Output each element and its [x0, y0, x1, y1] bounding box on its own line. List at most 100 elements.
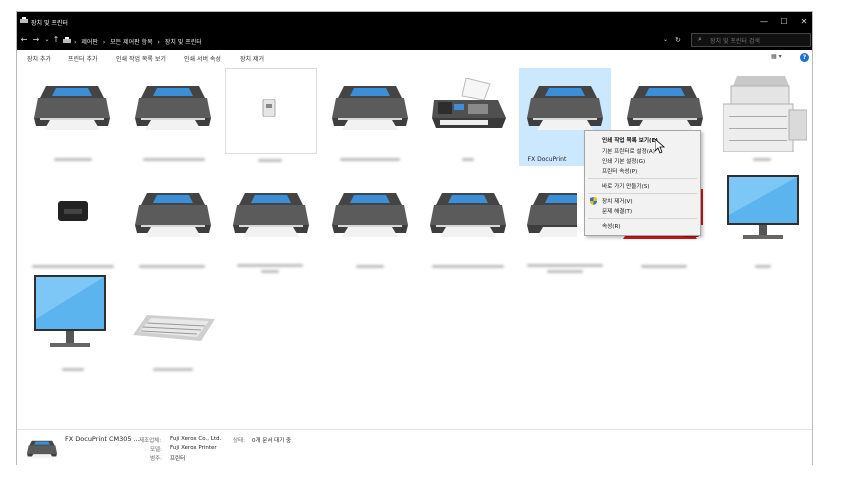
device-label-redacted [153, 368, 193, 371]
maximize-button[interactable]: ☐ [774, 15, 794, 28]
breadcrumb-separator: › [74, 39, 77, 46]
change-view-button[interactable]: ▦ ▾ [771, 53, 782, 60]
device-logitech-receiver[interactable] [26, 175, 118, 273]
printer-icon [34, 86, 110, 130]
copier-icon [723, 76, 807, 152]
devices-printers-window: 장치 및 프린터 — ☐ ✕ ← → ⌄ ↑ › 제어판 › 모든 제어판 항목… [16, 11, 813, 467]
context-menu: 인쇄 작업 목록 보기(E) 기본 프린터로 설정(A) 인쇄 기본 설정(G)… [584, 130, 701, 236]
search-icon: ⌕ [698, 35, 702, 43]
device-label-redacted [258, 159, 282, 162]
device-label-redacted [753, 158, 771, 161]
device-label-redacted [527, 264, 603, 267]
menu-remove-device[interactable]: 장치 제거(V) [602, 197, 633, 205]
close-button[interactable]: ✕ [794, 15, 814, 28]
window-title: 장치 및 프린터 [31, 20, 68, 27]
keyboard-icon [133, 315, 215, 341]
device-copier[interactable] [717, 68, 809, 166]
monitor-icon [34, 275, 106, 347]
printer-icon [332, 193, 408, 237]
printer-icon [430, 193, 506, 237]
monitor-icon [727, 175, 799, 239]
device-monitor-1[interactable] [717, 175, 809, 273]
state-value: 0개 문서 대기 중 [252, 438, 292, 444]
printer-icon [332, 86, 408, 130]
address-bar: ← → ⌄ ↑ › 제어판 › 모든 제어판 항목 › 장치 및 프린터 ⌄ ↻… [17, 31, 812, 50]
device-label-redacted [755, 265, 771, 268]
refresh-button[interactable]: ↻ [675, 34, 685, 46]
manufacturer-value: Fuji Xerox Co., Ltd. [170, 436, 222, 442]
menu-see-print-queue[interactable]: 인쇄 작업 목록 보기(E) [602, 136, 658, 144]
menu-troubleshoot[interactable]: 문제 해결(T) [602, 207, 632, 215]
remove-device-button[interactable]: 장치 제거 [240, 54, 264, 63]
add-printer-button[interactable]: 프린터 추가 [68, 54, 98, 63]
device-label-redacted [237, 264, 303, 267]
breadcrumb-separator: › [157, 39, 160, 46]
printer-icon [27, 440, 57, 459]
model-value: Fuji Xerox Printer [170, 445, 217, 451]
breadcrumb-all-items[interactable]: 모든 제어판 항목 [110, 39, 152, 46]
breadcrumb-control-panel[interactable]: 제어판 [81, 39, 98, 46]
search-box[interactable]: ⌕ [691, 33, 811, 47]
menu-create-shortcut[interactable]: 바로 가기 만들기(S) [602, 182, 650, 190]
help-button[interactable]: ? [800, 53, 809, 62]
forward-button[interactable]: → [31, 34, 41, 46]
device-label-redacted [143, 158, 205, 161]
address-dropdown-button[interactable]: ⌄ [663, 34, 673, 46]
usb-receiver-icon [58, 201, 88, 221]
printer-icon [233, 193, 309, 237]
title-bar: 장치 및 프린터 — ☐ ✕ [17, 12, 812, 31]
device-printer-7[interactable] [324, 175, 416, 273]
back-button[interactable]: ← [19, 34, 29, 46]
control-panel-icon [63, 37, 71, 43]
breadcrumb[interactable]: › 제어판 › 모든 제어판 항목 › 장치 및 프린터 [74, 37, 205, 46]
device-keyboard[interactable] [127, 275, 219, 373]
menu-separator [588, 193, 697, 194]
storage-device-icon [262, 99, 276, 117]
search-input[interactable] [708, 35, 810, 47]
menu-printing-preferences[interactable]: 인쇄 기본 설정(G) [602, 157, 645, 165]
manufacturer-label: 제조업체: [139, 438, 162, 444]
device-label-redacted [54, 158, 92, 161]
menu-printer-properties[interactable]: 프린터 속성(P) [602, 167, 637, 175]
device-label: FX DocuPrint [527, 156, 567, 163]
details-pane: FX DocuPrint CM305 ... 제조업체: Fuji Xerox … [17, 429, 812, 467]
menu-properties[interactable]: 속성(R) [602, 222, 621, 230]
device-monitor-2[interactable] [26, 275, 118, 373]
menu-separator [588, 178, 697, 179]
devices-grid: FX DocuPrint [17, 65, 812, 429]
device-printer-6[interactable] [225, 175, 317, 273]
menu-separator [588, 218, 697, 219]
device-label-redacted [62, 368, 84, 371]
device-label-redacted [139, 265, 205, 268]
model-label: 모델: [150, 447, 162, 453]
breadcrumb-separator: › [102, 39, 106, 46]
device-label-redacted [261, 270, 279, 273]
device-fax[interactable] [422, 68, 514, 166]
print-server-properties-button[interactable]: 인쇄 서버 속성 [184, 54, 221, 63]
devices-printers-app-icon [20, 17, 28, 23]
category-value: 프린터 [170, 456, 186, 462]
up-button[interactable]: ↑ [51, 34, 61, 46]
add-device-button[interactable]: 장치 추가 [27, 54, 51, 63]
breadcrumb-devices-printers[interactable]: 장치 및 프린터 [165, 39, 202, 46]
device-label-redacted [462, 158, 474, 161]
device-label-redacted [340, 158, 400, 161]
device-printer-5[interactable] [127, 175, 219, 273]
device-label-redacted [641, 265, 687, 268]
command-bar: 장치 추가 프린터 추가 인쇄 작업 목록 보기 인쇄 서버 속성 장치 제거 … [17, 50, 812, 65]
menu-set-default-printer[interactable]: 기본 프린터로 설정(A) [602, 147, 655, 155]
device-label-redacted [547, 270, 583, 273]
category-label: 범주: [150, 456, 162, 462]
mouse-cursor-icon [655, 139, 666, 154]
device-generic-storage[interactable] [225, 68, 317, 162]
device-printer-8[interactable] [422, 175, 514, 273]
device-label-redacted [432, 265, 504, 268]
device-printer-3[interactable] [324, 68, 416, 166]
printer-icon [527, 86, 603, 130]
state-label: 상태: [233, 438, 245, 444]
device-printer-2[interactable] [127, 68, 219, 166]
device-printer-1[interactable] [26, 68, 118, 166]
printer-icon [135, 86, 211, 130]
see-print-queue-button[interactable]: 인쇄 작업 목록 보기 [116, 54, 166, 63]
minimize-button[interactable]: — [754, 15, 774, 28]
